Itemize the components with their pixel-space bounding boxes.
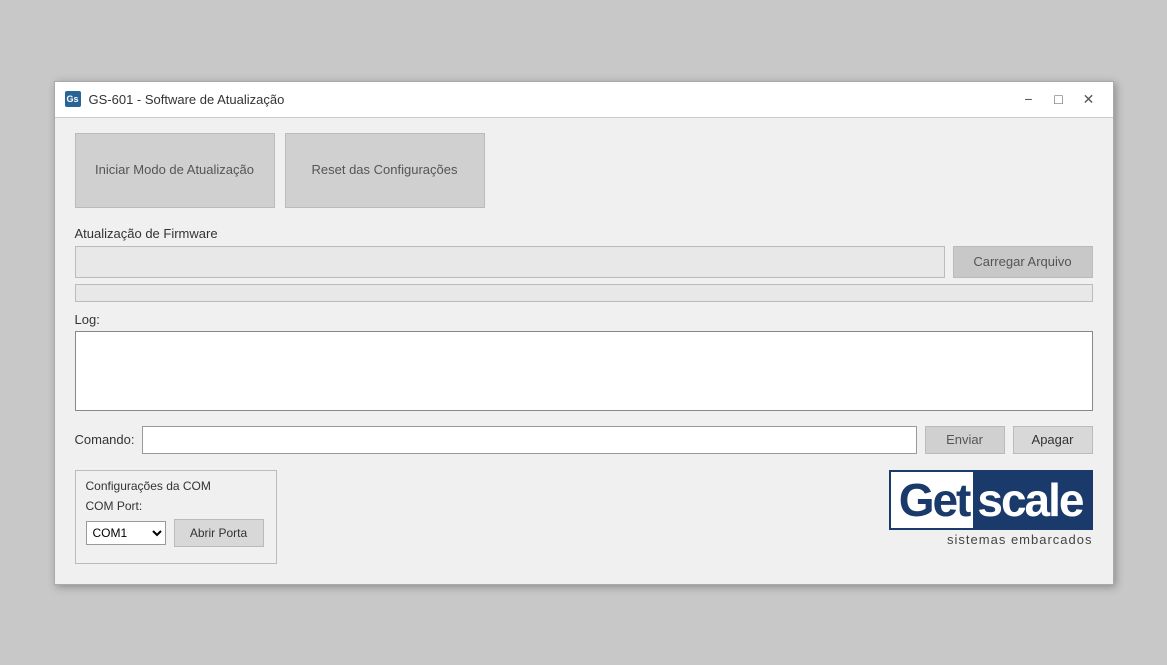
brand-subtitle: sistemas embarcados: [947, 532, 1092, 547]
window-content: Iniciar Modo de Atualização Reset das Co…: [55, 118, 1113, 584]
log-label: Log:: [75, 312, 1093, 327]
iniciar-modo-button[interactable]: Iniciar Modo de Atualização: [75, 133, 275, 208]
title-bar: Gs GS-601 - Software de Atualização − □ …: [55, 82, 1113, 118]
com-config-group: Configurações da COM COM Port: COM1 COM2…: [75, 470, 277, 564]
window-title: GS-601 - Software de Atualização: [89, 92, 285, 107]
top-buttons: Iniciar Modo de Atualização Reset das Co…: [75, 133, 1093, 208]
brand-scale: scale: [973, 470, 1092, 530]
com-port-label: COM Port:: [86, 499, 143, 513]
comando-row: Comando: Enviar Apagar: [75, 426, 1093, 454]
com-port-select-row: COM1 COM2 COM3 COM4 Abrir Porta: [86, 519, 264, 547]
bottom-section: Configurações da COM COM Port: COM1 COM2…: [75, 470, 1093, 564]
maximize-button[interactable]: □: [1045, 88, 1073, 110]
com-port-row: COM Port:: [86, 499, 264, 513]
apagar-button[interactable]: Apagar: [1013, 426, 1093, 454]
com-config-legend: Configurações da COM: [86, 479, 264, 493]
comando-label: Comando:: [75, 432, 135, 447]
com-port-select[interactable]: COM1 COM2 COM3 COM4: [86, 521, 166, 545]
abrir-porta-button[interactable]: Abrir Porta: [174, 519, 264, 547]
brand-get: Get: [889, 470, 974, 530]
log-area[interactable]: [75, 331, 1093, 411]
carregar-arquivo-button[interactable]: Carregar Arquivo: [953, 246, 1093, 278]
firmware-label: Atualização de Firmware: [75, 226, 1093, 241]
progress-bar: [75, 284, 1093, 302]
minimize-button[interactable]: −: [1015, 88, 1043, 110]
window-controls: − □ ✕: [1015, 88, 1103, 110]
firmware-row: Carregar Arquivo: [75, 246, 1093, 278]
brand-logo: Get scale: [889, 470, 1093, 530]
close-button[interactable]: ✕: [1075, 88, 1103, 110]
reset-config-button[interactable]: Reset das Configurações: [285, 133, 485, 208]
comando-input[interactable]: [142, 426, 916, 454]
enviar-button[interactable]: Enviar: [925, 426, 1005, 454]
title-bar-left: Gs GS-601 - Software de Atualização: [65, 91, 285, 107]
firmware-input[interactable]: [75, 246, 945, 278]
app-icon: Gs: [65, 91, 81, 107]
logo-wrapper: Get scale sistemas embarcados: [889, 470, 1093, 547]
main-window: Gs GS-601 - Software de Atualização − □ …: [54, 81, 1114, 585]
